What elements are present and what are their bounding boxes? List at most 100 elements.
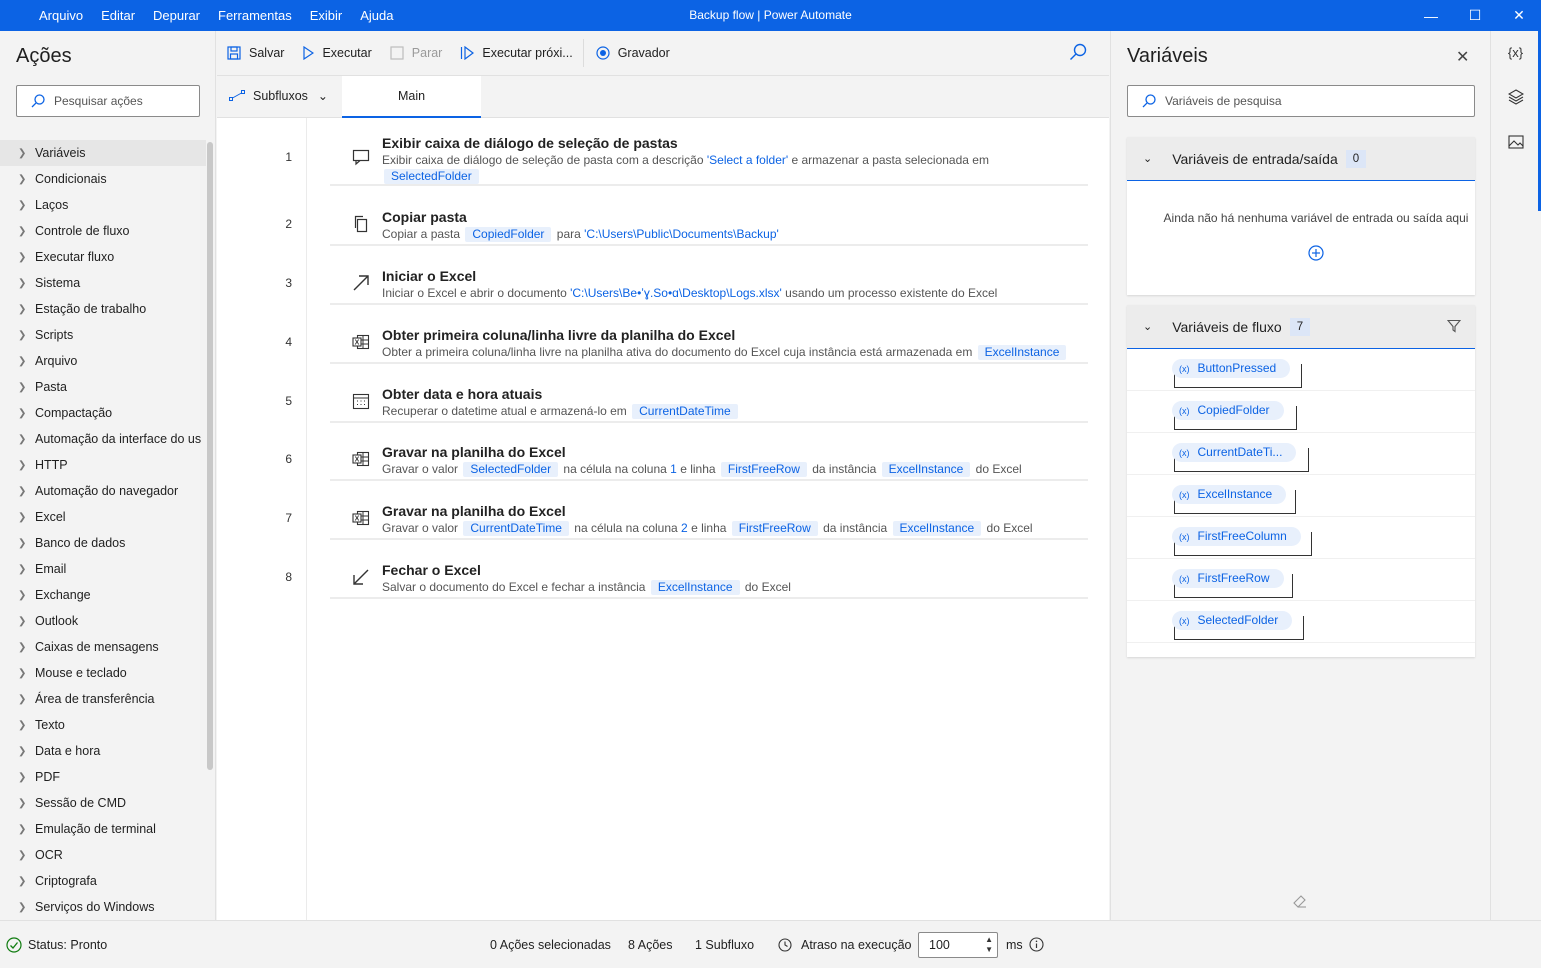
category-item[interactable]: ❯ Texto [0,712,206,738]
recorder-button[interactable]: Gravador [596,46,670,60]
category-item[interactable]: ❯ Sistema [0,270,206,296]
menu-arquivo[interactable]: Arquivo [39,8,83,23]
variable-token[interactable]: CopiedFolder [465,227,552,242]
category-item[interactable]: ❯ Emulação de terminal [0,816,206,842]
category-item[interactable]: ❯ Caixas de mensagens [0,634,206,660]
flow-variables-header[interactable]: ⌄ Variáveis de fluxo 7 [1127,305,1475,349]
stepper-icon[interactable]: ▲ ▼ [985,935,993,955]
category-item[interactable]: ❯ Controle de fluxo [0,218,206,244]
category-item[interactable]: ❯ Condicionais [0,166,206,192]
action-step[interactable]: 3 Iniciar o Excel Iniciar o Excel e abri… [285,259,1088,305]
variable-token[interactable]: FirstFreeRow [731,521,818,536]
filter-icon[interactable] [1447,319,1461,333]
action-step[interactable]: 6 X Gravar na planilha do Excel Gravar o… [285,435,1088,481]
category-item[interactable]: ❯ Mouse e teclado [0,660,206,686]
chevron-right-icon: ❯ [18,563,27,575]
variable-name: FirstFreeColumn [1197,529,1287,543]
subflows-dropdown[interactable]: Subfluxos ⌄ [229,89,328,103]
desc-text: para [553,227,585,241]
literal-value: 2 [681,521,688,535]
category-item[interactable]: ❯ Área de transferência [0,686,206,712]
close-icon[interactable]: ✕ [1456,47,1469,67]
variable-token[interactable]: CurrentDateTime [632,404,738,419]
action-step[interactable]: 8 Fechar o Excel Salvar o documento do E… [285,553,1088,599]
category-item[interactable]: ❯ Banco de dados [0,530,206,556]
variable-row[interactable]: (x) ButtonPressed [1127,349,1475,391]
variable-pill[interactable]: (x) SelectedFolder [1172,611,1293,630]
actions-search-input[interactable]: Pesquisar ações [16,85,200,117]
variables-icon[interactable]: {x} [1491,45,1540,60]
actions-scrollbar[interactable] [207,142,213,770]
action-step[interactable]: 1 Exibir caixa de diálogo de seleção de … [285,130,1088,186]
variable-pill[interactable]: (x) FirstFreeRow [1172,569,1284,588]
variables-search-input[interactable]: Variáveis de pesquisa [1127,85,1475,117]
variable-row[interactable]: (x) FirstFreeRow [1127,559,1475,601]
info-icon[interactable] [1029,937,1044,952]
delay-input[interactable]: 100 ▲ ▼ [918,932,998,958]
menu-exibir[interactable]: Exibir [310,8,343,23]
category-item[interactable]: ❯ OCR [0,842,206,868]
menu-ajuda[interactable]: Ajuda [360,8,393,23]
category-item[interactable]: ❯ Automação do navegador [0,478,206,504]
category-item[interactable]: ❯ Serviços do Windows [0,894,206,920]
category-item[interactable]: ❯ PDF [0,764,206,790]
variable-pill[interactable]: (x) ExcelInstance [1172,485,1287,504]
variable-token[interactable]: SelectedFolder [384,169,479,184]
category-item[interactable]: ❯ Criptografa [0,868,206,894]
variable-row[interactable]: (x) ExcelInstance [1127,475,1475,517]
variable-token[interactable]: ExcelInstance [881,462,971,477]
category-item[interactable]: ❯ Automação da interface do us [0,426,206,452]
variable-token[interactable]: SelectedFolder [463,462,559,477]
category-item[interactable]: ❯ Variáveis [0,140,206,166]
category-item[interactable]: ❯ Estação de trabalho [0,296,206,322]
action-step[interactable]: 5 Obter data e hora atuais Recuperar o d… [285,377,1088,423]
category-item[interactable]: ❯ Laços [0,192,206,218]
category-item[interactable]: ❯ Sessão de CMD [0,790,206,816]
maximize-icon[interactable]: ☐ [1453,0,1497,31]
variable-row[interactable]: (x) FirstFreeColumn [1127,517,1475,559]
menu-depurar[interactable]: Depurar [153,8,200,23]
variable-row[interactable]: (x) CurrentDateTi... [1127,433,1475,475]
variable-token[interactable]: ExcelInstance [892,521,982,536]
action-step[interactable]: 2 Copiar pasta Copiar a pasta CopiedFold… [285,200,1088,246]
category-item[interactable]: ❯ Exchange [0,582,206,608]
chevron-right-icon: ❯ [18,147,27,159]
variable-token[interactable]: FirstFreeRow [720,462,807,477]
variable-token[interactable]: ExcelInstance [650,580,740,595]
category-item[interactable]: ❯ Data e hora [0,738,206,764]
tab-main[interactable]: Main [342,76,481,118]
category-item[interactable]: ❯ Arquivo [0,348,206,374]
eraser-icon[interactable] [1292,893,1308,909]
menu-editar[interactable]: Editar [101,8,135,23]
action-step[interactable]: 4 X Obter primeira coluna/linha livre da… [285,318,1088,364]
category-item[interactable]: ❯ Compactação [0,400,206,426]
category-item[interactable]: ❯ Outlook [0,608,206,634]
category-item[interactable]: ❯ Executar fluxo [0,244,206,270]
ui-elements-icon[interactable] [1491,89,1540,108]
io-variables-header[interactable]: ⌄ Variáveis de entrada/saída 0 [1127,137,1475,181]
variable-row[interactable]: (x) SelectedFolder [1127,601,1475,643]
category-item[interactable]: ❯ HTTP [0,452,206,478]
run-next-button[interactable]: Executar próxi... [460,46,573,60]
close-window-icon[interactable]: ✕ [1497,0,1541,31]
category-item[interactable]: ❯ Scripts [0,322,206,348]
category-item[interactable]: ❯ Excel [0,504,206,530]
stop-button[interactable]: Parar [390,46,442,60]
variable-token[interactable]: CurrentDateTime [463,521,569,536]
variable-row[interactable]: (x) CopiedFolder [1127,391,1475,433]
add-variable-button[interactable] [1292,245,1324,263]
category-item[interactable]: ❯ Pasta [0,374,206,400]
flow-search-button[interactable] [1069,43,1087,64]
save-button[interactable]: Salvar [227,46,284,60]
run-button[interactable]: Executar [302,46,372,60]
variable-pill[interactable]: (x) CurrentDateTi... [1172,443,1297,462]
menu-ferramentas[interactable]: Ferramentas [218,8,292,23]
variable-pill[interactable]: (x) FirstFreeColumn [1172,527,1301,546]
category-item[interactable]: ❯ Email [0,556,206,582]
variable-token[interactable]: ExcelInstance [977,345,1067,360]
images-icon[interactable] [1491,135,1540,152]
action-step[interactable]: 7 X Gravar na planilha do Excel Gravar o… [285,494,1088,540]
minimize-icon[interactable]: — [1409,0,1453,31]
variable-pill[interactable]: (x) ButtonPressed [1172,359,1291,378]
variable-pill[interactable]: (x) CopiedFolder [1172,401,1284,420]
